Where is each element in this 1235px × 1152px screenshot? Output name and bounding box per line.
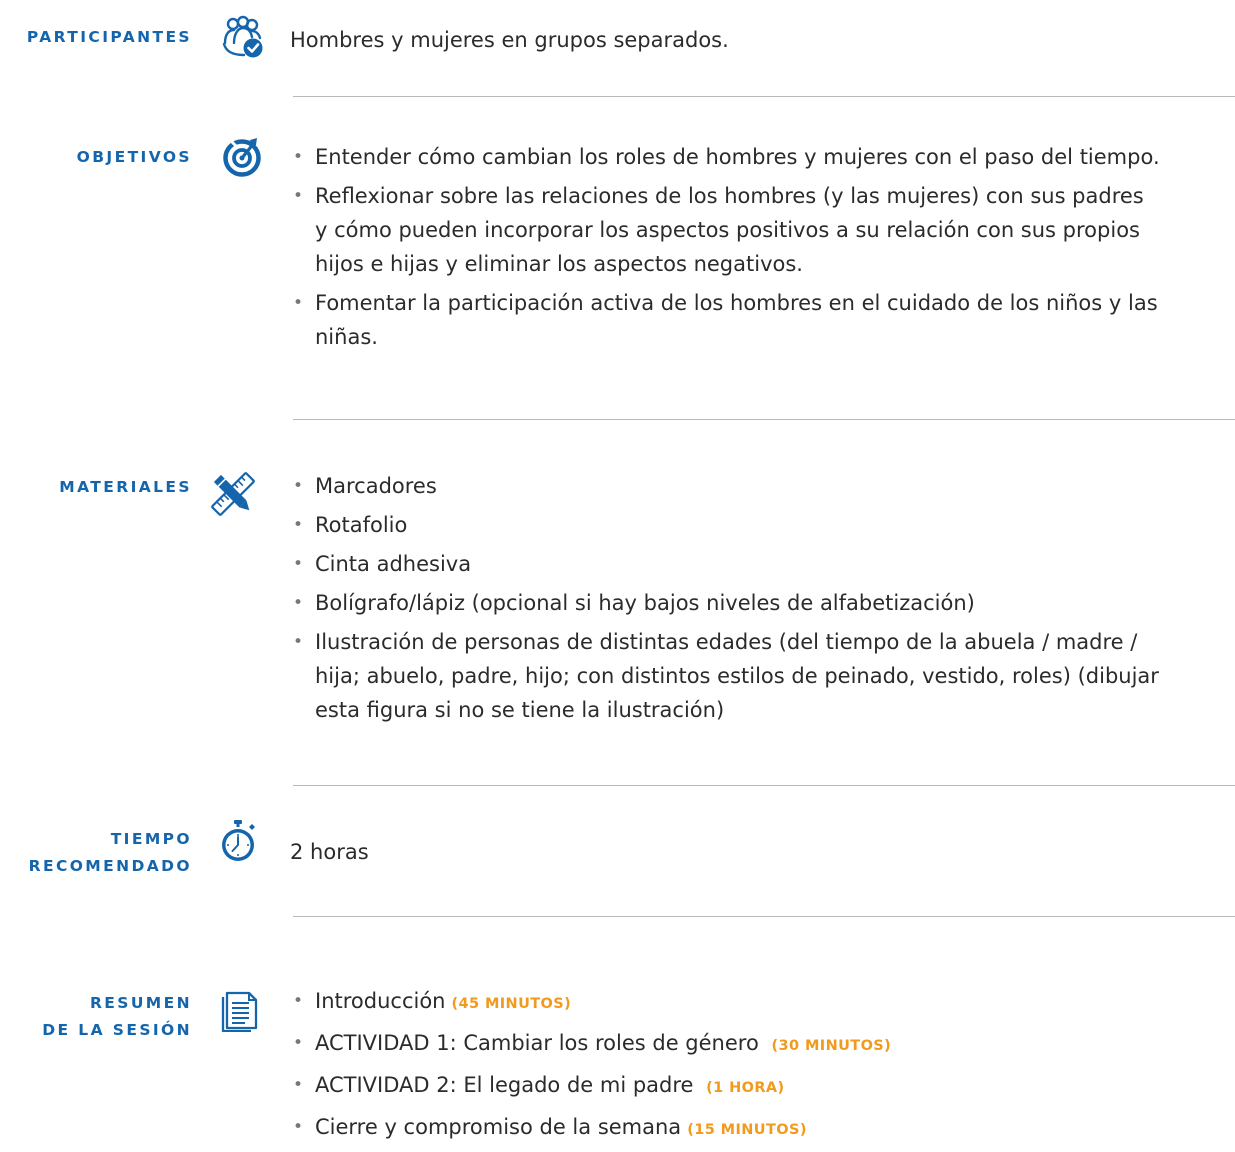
list-item: Fomentar la participación activa de los … — [290, 286, 1160, 354]
participantes-text: Hombres y mujeres en grupos separados. — [290, 28, 729, 52]
objetivos-label: OBJETIVOS — [76, 148, 192, 166]
tiempo-text: 2 horas — [290, 840, 369, 864]
tiempo-label-line2: RECOMENDADO — [28, 857, 192, 875]
list-item: ACTIVIDAD 2: El legado de mi padre (1 HO… — [290, 1068, 891, 1105]
list-item: Cierre y compromiso de la semana(15 MINU… — [290, 1110, 891, 1147]
resumen-label-line1: RESUMEN — [89, 994, 192, 1012]
list-item: Reflexionar sobre las relaciones de los … — [290, 179, 1160, 281]
divider-1 — [293, 96, 1235, 97]
list-item: Entender cómo cambian los roles de hombr… — [290, 140, 1160, 174]
duration-badge: (15 MINUTOS) — [687, 1122, 807, 1138]
list-item: Bolígrafo/lápiz (opcional si hay bajos n… — [290, 586, 1159, 620]
resumen-label-line2: DE LA SESIÓN — [42, 1021, 192, 1039]
stopwatch-icon — [216, 819, 260, 863]
participantes-label: PARTICIPANTES — [26, 28, 192, 46]
group-check-icon — [220, 15, 264, 59]
list-item: Cinta adhesiva — [290, 547, 1159, 581]
divider-3 — [293, 785, 1235, 786]
objetivos-list: Entender cómo cambian los roles de hombr… — [290, 140, 1160, 359]
target-icon — [220, 134, 264, 178]
section-label-tiempo: TIEMPO RECOMENDADO — [29, 826, 192, 880]
section-label-materiales: MATERIALES — [59, 474, 192, 501]
duration-badge: (1 HORA) — [706, 1080, 785, 1096]
section-label-participantes: PARTICIPANTES — [27, 24, 192, 51]
duration-badge: (45 MINUTOS) — [451, 996, 572, 1012]
resumen-list: Introducción(45 MINUTOS) ACTIVIDAD 1: Ca… — [290, 984, 891, 1152]
list-item: Introducción(45 MINUTOS) — [290, 984, 891, 1021]
document-icon — [218, 988, 262, 1032]
list-item: Rotafolio — [290, 508, 1159, 542]
materiales-label: MATERIALES — [59, 478, 192, 496]
tiempo-label-line1: TIEMPO — [110, 830, 192, 848]
list-item: ACTIVIDAD 1: Cambiar los roles de género… — [290, 1026, 891, 1063]
materiales-list: Marcadores Rotafolio Cinta adhesiva Bolí… — [290, 469, 1159, 732]
section-label-resumen: RESUMEN DE LA SESIÓN — [42, 990, 192, 1044]
divider-2 — [293, 419, 1235, 420]
list-item: Marcadores — [290, 469, 1159, 503]
duration-badge: (30 MINUTOS) — [771, 1038, 892, 1054]
list-item: Ilustración de personas de distintas eda… — [290, 625, 1159, 727]
ruler-pencil-icon — [208, 469, 258, 519]
divider-4 — [293, 916, 1235, 917]
section-label-objetivos: OBJETIVOS — [77, 144, 192, 171]
